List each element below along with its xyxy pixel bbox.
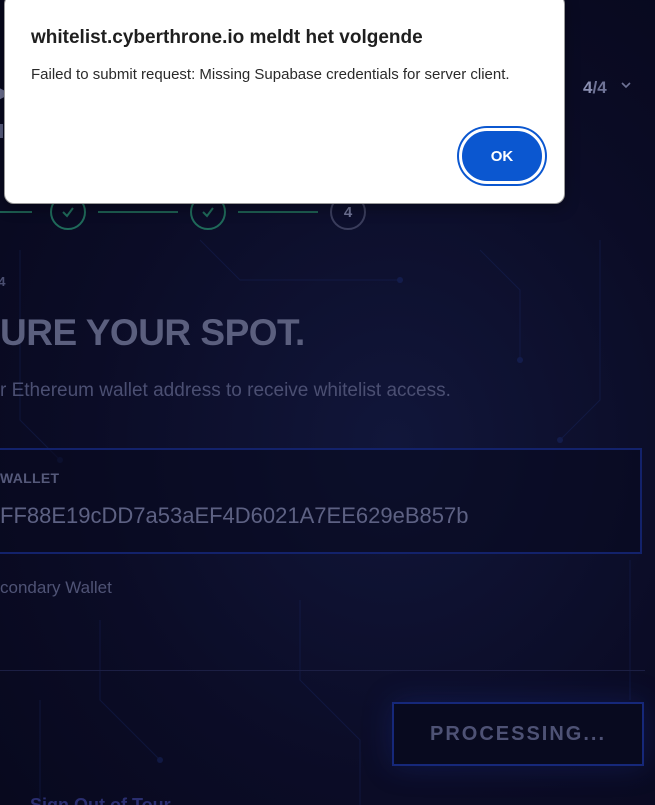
step-total: /4 bbox=[592, 78, 607, 97]
header-partial-mark bbox=[0, 124, 3, 138]
step-4-label: 4 bbox=[343, 203, 353, 221]
wallet-field-label: WALLET bbox=[0, 470, 60, 486]
step-connector bbox=[0, 211, 32, 213]
wallet-field[interactable] bbox=[0, 448, 642, 554]
step-connector bbox=[238, 211, 318, 213]
footer-partial-text[interactable]: Sign Out of Tour bbox=[30, 794, 630, 805]
page: ▸ 4/4 4 04 URE YOUR SPOT. r Ethereum wal… bbox=[0, 0, 655, 805]
step-counter[interactable]: 4/4 bbox=[583, 78, 631, 98]
secondary-wallet-input[interactable] bbox=[0, 602, 645, 671]
check-icon bbox=[202, 207, 214, 218]
step-connector bbox=[98, 211, 178, 213]
page-subtitle: r Ethereum wallet address to receive whi… bbox=[0, 380, 451, 401]
ok-button[interactable]: OK bbox=[459, 128, 545, 184]
chevron-down-icon bbox=[621, 82, 631, 89]
wallet-address-value[interactable]: FF88E19cDD7a53aEF4D6021A7EE629eB857b bbox=[0, 503, 468, 529]
alert-dialog: whitelist.cyberthrone.io meldt het volge… bbox=[4, 0, 565, 204]
dialog-message: Failed to submit request: Missing Supaba… bbox=[31, 66, 510, 83]
secondary-wallet-label: condary Wallet bbox=[0, 578, 112, 597]
dialog-title: whitelist.cyberthrone.io meldt het volge… bbox=[31, 27, 423, 48]
page-title: URE YOUR SPOT. bbox=[0, 312, 305, 353]
step-number-label: 04 bbox=[0, 274, 7, 289]
check-icon bbox=[62, 207, 74, 218]
processing-button[interactable]: PROCESSING... bbox=[392, 702, 644, 766]
